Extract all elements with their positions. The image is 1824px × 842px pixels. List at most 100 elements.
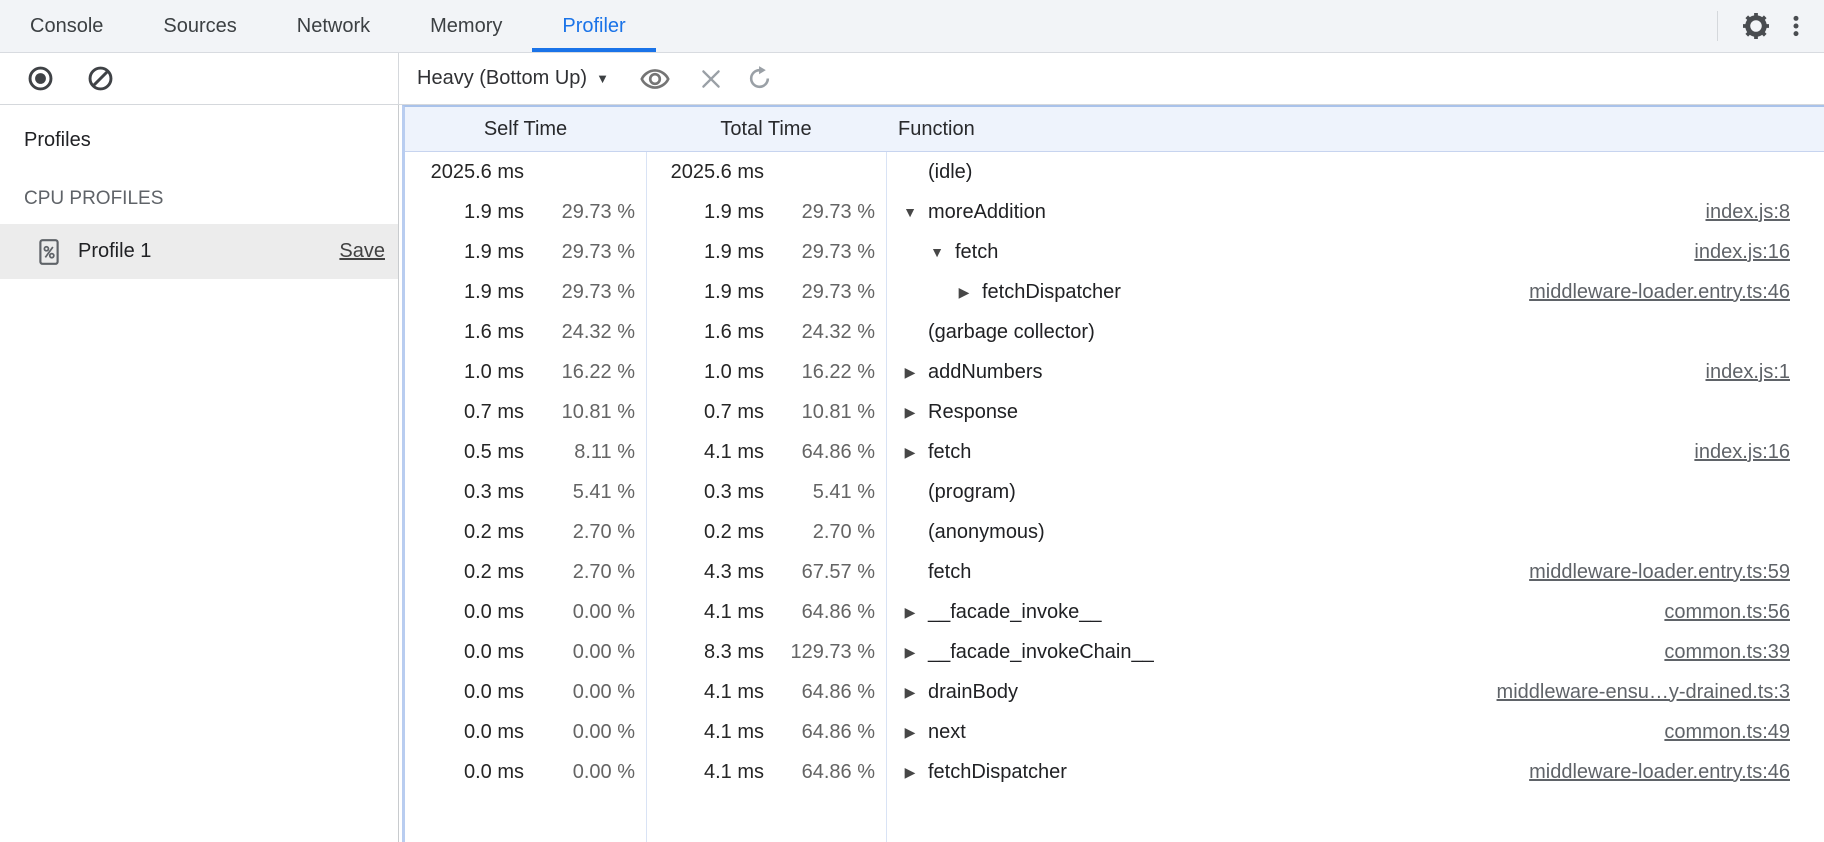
source-link[interactable]: common.ts:56 [1664, 601, 1790, 624]
dropdown-arrow-icon: ▼ [596, 71, 609, 86]
self-time-cell: 0.0 ms0.00 % [405, 681, 646, 704]
profile-list-item[interactable]: Profile 1 Save [0, 224, 398, 279]
more-options-button[interactable] [1776, 6, 1816, 46]
self-time-percent: 24.32 % [524, 321, 635, 344]
table-row[interactable]: 0.5 ms8.11 %4.1 ms64.86 %▶fetchindex.js:… [405, 432, 1824, 472]
table-row[interactable]: 1.0 ms16.22 %1.0 ms16.22 %▶addNumbersind… [405, 352, 1824, 392]
disclosure-right-icon[interactable]: ▶ [952, 284, 976, 301]
self-time-cell: 0.0 ms0.00 % [405, 761, 646, 784]
total-time-cell: 8.3 ms129.73 % [646, 641, 886, 664]
tab-sources[interactable]: Sources [133, 0, 266, 52]
self-time-ms: 0.0 ms [405, 721, 524, 744]
disclosure-right-icon[interactable]: ▶ [898, 764, 922, 781]
table-row[interactable]: 0.0 ms0.00 %4.1 ms64.86 % ▶ __facade_invok… [405, 592, 1824, 632]
table-row[interactable]: 0.3 ms5.41 %0.3 ms5.41 %(program) [405, 472, 1824, 512]
function-cell: (idle) [886, 161, 1824, 184]
sidebar-heading: Profiles [24, 129, 398, 152]
source-link[interactable]: index.js:16 [1694, 241, 1790, 264]
source-link[interactable]: middleware-loader.entry.ts:46 [1529, 281, 1790, 304]
function-cell: ▶nextcommon.ts:49 [886, 721, 1824, 744]
column-header-function[interactable]: Function [886, 118, 1824, 141]
column-header-self-time[interactable]: Self Time [405, 118, 646, 141]
total-time-cell: 4.1 ms64.86 % [646, 601, 886, 624]
source-link[interactable]: middleware-loader.entry.ts:46 [1529, 761, 1790, 784]
restore-all-button[interactable] [740, 59, 780, 99]
record-icon [27, 65, 54, 92]
self-time-percent: 0.00 % [524, 721, 635, 744]
self-time-percent: 29.73 % [524, 201, 635, 224]
source-link[interactable]: middleware-ensu…y-drained.ts:3 [1497, 681, 1790, 704]
source-link[interactable]: common.ts:49 [1664, 721, 1790, 744]
total-time-cell: 1.6 ms24.32 % [646, 321, 886, 344]
total-time-percent: 29.73 % [764, 241, 875, 264]
function-cell: ▶fetchDispatchermiddleware-loader.entry.… [886, 281, 1824, 304]
source-link[interactable]: index.js:8 [1706, 201, 1791, 224]
total-time-cell: 0.3 ms5.41 % [646, 481, 886, 504]
disclosure-right-icon[interactable]: ▶ [898, 604, 922, 621]
total-time-ms: 0.7 ms [646, 401, 764, 424]
function-cell: ▶ __facade_invoke__ common.ts:56 [886, 601, 1824, 624]
table-row[interactable]: 1.9 ms29.73 %1.9 ms29.73 %▼fetchindex.js… [405, 232, 1824, 272]
total-time-percent: 29.73 % [764, 281, 875, 304]
focus-selected-button[interactable] [635, 59, 675, 99]
table-row[interactable]: 0.0 ms0.00 %4.1 ms64.86 %▶fetchDispatche… [405, 752, 1824, 792]
function-name: __facade_invoke__ [928, 601, 1101, 624]
self-time-percent: 0.00 % [524, 681, 635, 704]
view-toolbar: Heavy (Bottom Up) ▼ [399, 53, 1824, 104]
disclosure-down-icon[interactable]: ▼ [898, 204, 922, 220]
tab-console[interactable]: Console [0, 0, 133, 52]
source-link[interactable]: common.ts:39 [1664, 641, 1790, 664]
self-time-cell: 0.2 ms2.70 % [405, 561, 646, 584]
source-link[interactable]: index.js:16 [1694, 441, 1790, 464]
profile-name: Profile 1 [78, 240, 151, 263]
tab-memory[interactable]: Memory [400, 0, 532, 52]
function-name: moreAddition [928, 201, 1046, 224]
self-time-percent: 16.22 % [524, 361, 635, 384]
total-time-ms: 4.1 ms [646, 761, 764, 784]
record-button[interactable] [20, 59, 60, 99]
view-mode-select[interactable]: Heavy (Bottom Up) ▼ [417, 67, 609, 90]
disclosure-right-icon[interactable]: ▶ [898, 684, 922, 701]
grid-header: Self Time Total Time Function [405, 107, 1824, 152]
table-row[interactable]: 0.2 ms2.70 %4.3 ms67.57 %fetchmiddleware… [405, 552, 1824, 592]
table-row[interactable]: 1.6 ms24.32 %1.6 ms24.32 %(garbage colle… [405, 312, 1824, 352]
tab-network[interactable]: Network [267, 0, 400, 52]
table-row[interactable]: 0.7 ms10.81 %0.7 ms10.81 %▶Response [405, 392, 1824, 432]
source-link[interactable]: index.js:1 [1706, 361, 1791, 384]
table-row[interactable]: 0.0 ms0.00 %8.3 ms129.73 %▶__facade_invo… [405, 632, 1824, 672]
self-time-percent: 2.70 % [524, 521, 635, 544]
function-name: Response [928, 401, 1018, 424]
tab-profiler[interactable]: Profiler [532, 0, 655, 52]
disclosure-right-icon[interactable]: ▶ [898, 644, 922, 661]
settings-button[interactable] [1736, 6, 1776, 46]
self-time-cell: 0.3 ms5.41 % [405, 481, 646, 504]
self-time-ms: 0.0 ms [405, 681, 524, 704]
self-time-percent: 10.81 % [524, 401, 635, 424]
disclosure-down-icon[interactable]: ▼ [925, 244, 949, 260]
exclude-selected-button[interactable] [691, 59, 731, 99]
table-row[interactable]: 1.9 ms29.73 %1.9 ms29.73 %▶fetchDispatch… [405, 272, 1824, 312]
save-profile-link[interactable]: Save [339, 240, 385, 263]
refresh-icon [746, 65, 773, 92]
self-time-percent: 2.70 % [524, 561, 635, 584]
table-row[interactable]: 0.2 ms2.70 %0.2 ms2.70 %(anonymous) [405, 512, 1824, 552]
self-time-cell: 0.0 ms0.00 % [405, 601, 646, 624]
column-header-total-time[interactable]: Total Time [646, 118, 886, 141]
disclosure-right-icon[interactable]: ▶ [898, 444, 922, 461]
disclosure-right-icon[interactable]: ▶ [898, 364, 922, 381]
clear-button[interactable] [80, 59, 120, 99]
function-cell: ▼ moreAddition index.js:8 [886, 201, 1824, 224]
table-row[interactable]: 1.9 ms29.73 %1.9 ms29.73 %▼moreAdditioni… [405, 192, 1824, 232]
table-row[interactable]: 2025.6 ms2025.6 ms(idle) [405, 152, 1824, 192]
self-time-percent: 29.73 % [524, 241, 635, 264]
disclosure-right-icon[interactable]: ▶ [898, 724, 922, 741]
profiler-main: Profiles CPU PROFILES Profile 1 Save Sel… [0, 105, 1824, 842]
total-time-ms: 4.3 ms [646, 561, 764, 584]
total-time-percent: 16.22 % [764, 361, 875, 384]
source-link[interactable]: middleware-loader.entry.ts:59 [1529, 561, 1790, 584]
table-row[interactable]: 0.0 ms0.00 %4.1 ms64.86 %▶drainBodymiddl… [405, 672, 1824, 712]
function-cell: ▶drainBodymiddleware-ensu…y-drained.ts:3 [886, 681, 1824, 704]
table-row[interactable]: 0.0 ms0.00 %4.1 ms64.86 %▶nextcommon.ts:… [405, 712, 1824, 752]
self-time-ms: 1.9 ms [405, 201, 524, 224]
disclosure-right-icon[interactable]: ▶ [898, 404, 922, 421]
